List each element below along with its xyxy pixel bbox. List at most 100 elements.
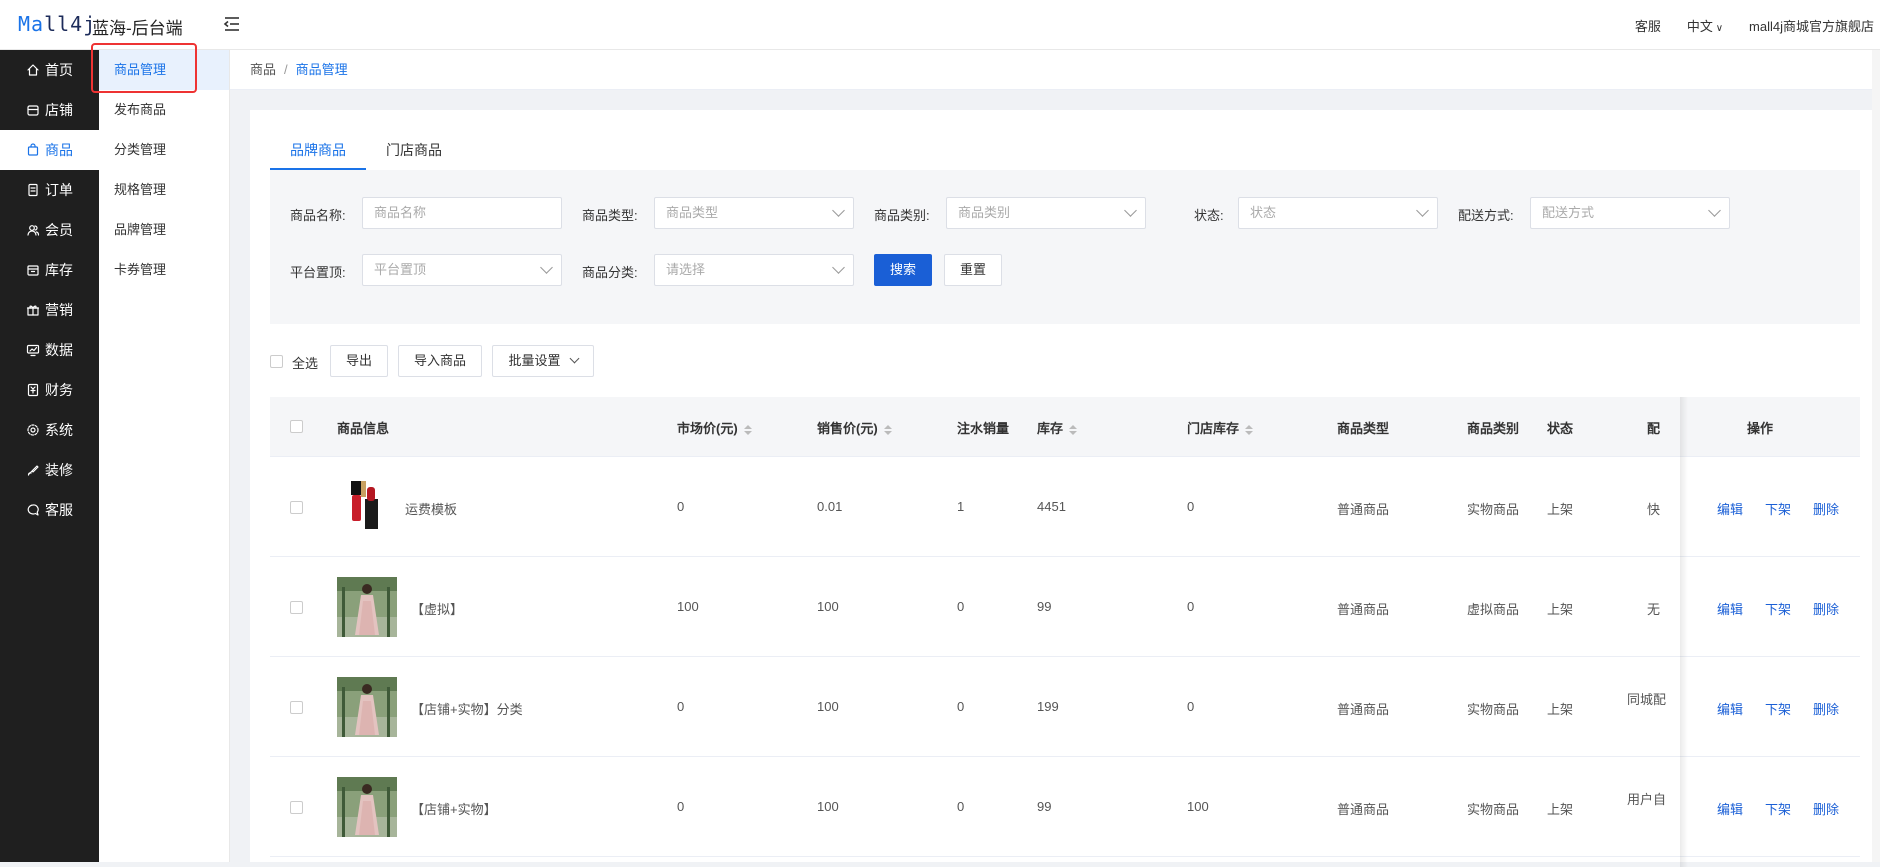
header-checkbox[interactable] bbox=[290, 420, 303, 433]
product-name-input[interactable]: 商品名称 bbox=[362, 197, 562, 229]
shop-name[interactable]: mall4j商城官方旗舰店 bbox=[1749, 16, 1874, 35]
subnav-item-0[interactable]: 商品管理 bbox=[99, 50, 229, 90]
chevron-down-icon bbox=[832, 261, 845, 274]
classification-select[interactable]: 请选择 bbox=[654, 254, 854, 286]
offline-link[interactable]: 下架 bbox=[1765, 799, 1791, 818]
search-button[interactable]: 搜索 bbox=[874, 254, 932, 286]
reset-button[interactable]: 重置 bbox=[944, 254, 1002, 286]
offline-link[interactable]: 下架 bbox=[1765, 499, 1791, 518]
edit-link[interactable]: 编辑 bbox=[1717, 499, 1743, 518]
import-products-button[interactable]: 导入商品 bbox=[398, 345, 482, 377]
edit-link[interactable]: 编辑 bbox=[1717, 699, 1743, 718]
home-icon bbox=[26, 63, 40, 77]
nav-item-3[interactable]: 订单 bbox=[0, 170, 99, 210]
chevron-down-icon bbox=[1708, 204, 1721, 217]
logo[interactable]: Mall4j bbox=[18, 12, 96, 36]
batch-settings-label: 批量设置 bbox=[508, 353, 561, 368]
breadcrumb-parent[interactable]: 商品 bbox=[250, 62, 276, 77]
subnav-item-2[interactable]: 分类管理 bbox=[99, 130, 229, 170]
nav-item-7[interactable]: 数据 bbox=[0, 330, 99, 370]
subnav-item-1[interactable]: 发布商品 bbox=[99, 90, 229, 130]
product-thumbnail[interactable] bbox=[337, 677, 397, 737]
product-name[interactable]: 【店铺+实物】分类 bbox=[411, 699, 523, 718]
delete-link[interactable]: 删除 bbox=[1813, 499, 1839, 518]
chat-icon bbox=[26, 503, 40, 517]
tab-store-products[interactable]: 门店商品 bbox=[366, 130, 462, 170]
export-button[interactable]: 导出 bbox=[330, 345, 388, 377]
sort-icon[interactable] bbox=[1245, 424, 1254, 435]
tab-brand-products[interactable]: 品牌商品 bbox=[270, 130, 366, 170]
sort-icon[interactable] bbox=[883, 424, 892, 435]
delivery-method: 快 bbox=[1647, 502, 1661, 517]
platform-top-select[interactable]: 平台置顶 bbox=[362, 254, 562, 286]
product-thumbnail[interactable] bbox=[337, 477, 397, 537]
subnav-item-4[interactable]: 品牌管理 bbox=[99, 210, 229, 250]
nav-item-4[interactable]: 会员 bbox=[0, 210, 99, 250]
product-category-label: 商品类别: bbox=[874, 208, 930, 223]
stock: 99 bbox=[1037, 799, 1052, 814]
table-row: 【店铺+实物】分类 0 100 0 199 0 普通商品 实物商品 上架 同城配 编辑 下架 删除 bbox=[270, 657, 1860, 757]
delivery-placeholder: 配送方式 bbox=[1542, 205, 1595, 220]
market-price: 0 bbox=[677, 699, 685, 714]
product-category-select[interactable]: 商品类别 bbox=[946, 197, 1146, 229]
product-name[interactable]: 【店铺+实物】 bbox=[411, 799, 497, 818]
product-type-select[interactable]: 商品类型 bbox=[654, 197, 854, 229]
header-customer-service[interactable]: 客服 bbox=[1635, 16, 1661, 35]
nav-item-9[interactable]: 系统 bbox=[0, 410, 99, 450]
secondary-sidebar: 商品管理 发布商品 分类管理 规格管理 品牌管理 卡券管理 bbox=[99, 50, 230, 862]
product-category-placeholder: 商品类别 bbox=[958, 205, 1011, 220]
row-checkbox[interactable] bbox=[290, 601, 303, 614]
col-water-sales: 注水销量 bbox=[957, 421, 1010, 436]
subnav-item-3[interactable]: 规格管理 bbox=[99, 170, 229, 210]
col-stock[interactable]: 库存 bbox=[1037, 418, 1078, 437]
row-checkbox[interactable] bbox=[290, 701, 303, 714]
classification-placeholder: 请选择 bbox=[666, 262, 706, 277]
product-name[interactable]: 运费模板 bbox=[405, 499, 457, 518]
nav-item-6[interactable]: 营销 bbox=[0, 290, 99, 330]
main-panel: 品牌商品 门店商品 商品名称: 商品名称 商品类型: 商品类型 商品类别: 商品… bbox=[250, 110, 1880, 867]
nav-item-2[interactable]: 商品 bbox=[0, 130, 99, 170]
water-sales: 0 bbox=[957, 699, 965, 714]
col-product-category: 商品类别 bbox=[1467, 421, 1520, 436]
col-sale-price[interactable]: 销售价(元) bbox=[817, 418, 892, 437]
language-dropdown[interactable]: 中文 bbox=[1687, 16, 1723, 35]
water-sales: 0 bbox=[957, 599, 965, 614]
nav-item-8[interactable]: 财务 bbox=[0, 370, 99, 410]
chevron-down-icon bbox=[1124, 204, 1137, 217]
product-name[interactable]: 【虚拟】 bbox=[411, 599, 463, 618]
sale-price: 100 bbox=[817, 799, 839, 814]
row-checkbox[interactable] bbox=[290, 501, 303, 514]
nav-item-11[interactable]: 客服 bbox=[0, 490, 99, 530]
delivery-select[interactable]: 配送方式 bbox=[1530, 197, 1730, 229]
row-checkbox[interactable] bbox=[290, 801, 303, 814]
col-store-stock[interactable]: 门店库存 bbox=[1187, 418, 1254, 437]
sort-icon[interactable] bbox=[743, 424, 752, 435]
product-type-label: 商品类型: bbox=[582, 208, 638, 223]
menu-toggle-icon[interactable] bbox=[222, 14, 242, 34]
col-stock-label: 库存 bbox=[1037, 421, 1064, 436]
sale-price: 100 bbox=[817, 599, 839, 614]
nav-item-0[interactable]: 首页 bbox=[0, 50, 99, 90]
edit-link[interactable]: 编辑 bbox=[1717, 799, 1743, 818]
nav-item-1[interactable]: 店铺 bbox=[0, 90, 99, 130]
product-thumbnail[interactable] bbox=[337, 777, 397, 837]
nav-item-5[interactable]: 库存 bbox=[0, 250, 99, 290]
delete-link[interactable]: 删除 bbox=[1813, 799, 1839, 818]
offline-link[interactable]: 下架 bbox=[1765, 599, 1791, 618]
offline-link[interactable]: 下架 bbox=[1765, 699, 1791, 718]
select-all-checkbox[interactable] bbox=[270, 355, 283, 368]
product-category: 实物商品 bbox=[1467, 702, 1520, 717]
page-scrollbar[interactable] bbox=[1872, 50, 1880, 862]
edit-link[interactable]: 编辑 bbox=[1717, 599, 1743, 618]
col-market-price[interactable]: 市场价(元) bbox=[677, 418, 752, 437]
delete-link[interactable]: 删除 bbox=[1813, 599, 1839, 618]
delivery-method: 无 bbox=[1647, 602, 1661, 617]
sort-icon[interactable] bbox=[1069, 424, 1078, 435]
product-thumbnail[interactable] bbox=[337, 577, 397, 637]
nav-item-10[interactable]: 装修 bbox=[0, 450, 99, 490]
status-select[interactable]: 状态 bbox=[1238, 197, 1438, 229]
subnav-item-5[interactable]: 卡券管理 bbox=[99, 250, 229, 290]
batch-settings-dropdown[interactable]: 批量设置 bbox=[492, 345, 594, 377]
product-type: 普通商品 bbox=[1337, 602, 1390, 617]
delete-link[interactable]: 删除 bbox=[1813, 699, 1839, 718]
